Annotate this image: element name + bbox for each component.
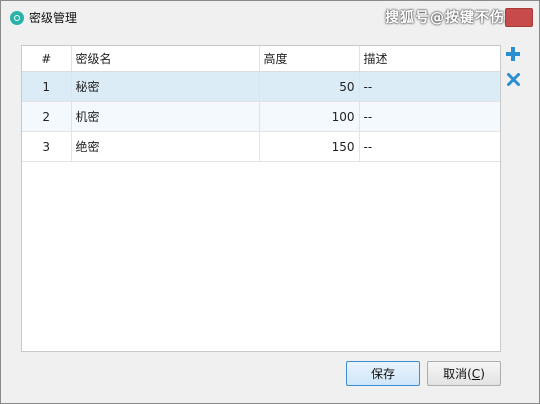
app-icon [10,11,24,25]
close-button[interactable] [505,8,533,27]
cell-name: 秘密 [71,71,260,102]
cancel-button[interactable]: 取消(C) [427,361,501,386]
cell-index: 2 [22,101,72,132]
plus-icon [506,47,520,61]
cell-index: 3 [22,131,72,162]
cell-height: 150 [259,131,360,162]
title-bar[interactable]: 密级管理 搜狐号@按键不伤人 [1,1,539,35]
save-button[interactable]: 保存 [346,361,420,386]
column-header-index[interactable]: # [22,46,72,72]
cell-name: 绝密 [71,131,260,162]
security-level-table: # 密级名 高度 描述 1 秘密 50 -- 2 机密 100 -- 3 绝密 … [21,45,501,352]
cell-name: 机密 [71,101,260,132]
cell-height: 50 [259,71,360,102]
window-title: 密级管理 [29,11,78,25]
add-row-button[interactable] [505,46,521,62]
column-header-height[interactable]: 高度 [259,46,360,72]
cell-description: -- [359,131,500,162]
cancel-mnemonic: C [471,366,481,381]
x-icon [506,72,520,86]
table-row[interactable]: 3 绝密 150 -- [22,131,500,162]
cell-description: -- [359,101,500,132]
cell-index: 1 [22,71,72,102]
cancel-label-suffix: ) [480,366,485,381]
table-header-row: # 密级名 高度 描述 [22,46,500,72]
column-header-description[interactable]: 描述 [359,46,500,72]
cell-height: 100 [259,101,360,132]
column-header-name[interactable]: 密级名 [71,46,260,72]
dialog-window: 密级管理 搜狐号@按键不伤人 # 密级名 高度 描述 1 秘密 50 -- 2 … [0,0,540,404]
cancel-label: 取消( [443,367,472,381]
cell-description: -- [359,71,500,102]
table-row[interactable]: 2 机密 100 -- [22,101,500,132]
watermark-text: 搜狐号@按键不伤人 [385,10,520,26]
table-row[interactable]: 1 秘密 50 -- [22,71,500,102]
delete-row-button[interactable] [505,71,521,87]
